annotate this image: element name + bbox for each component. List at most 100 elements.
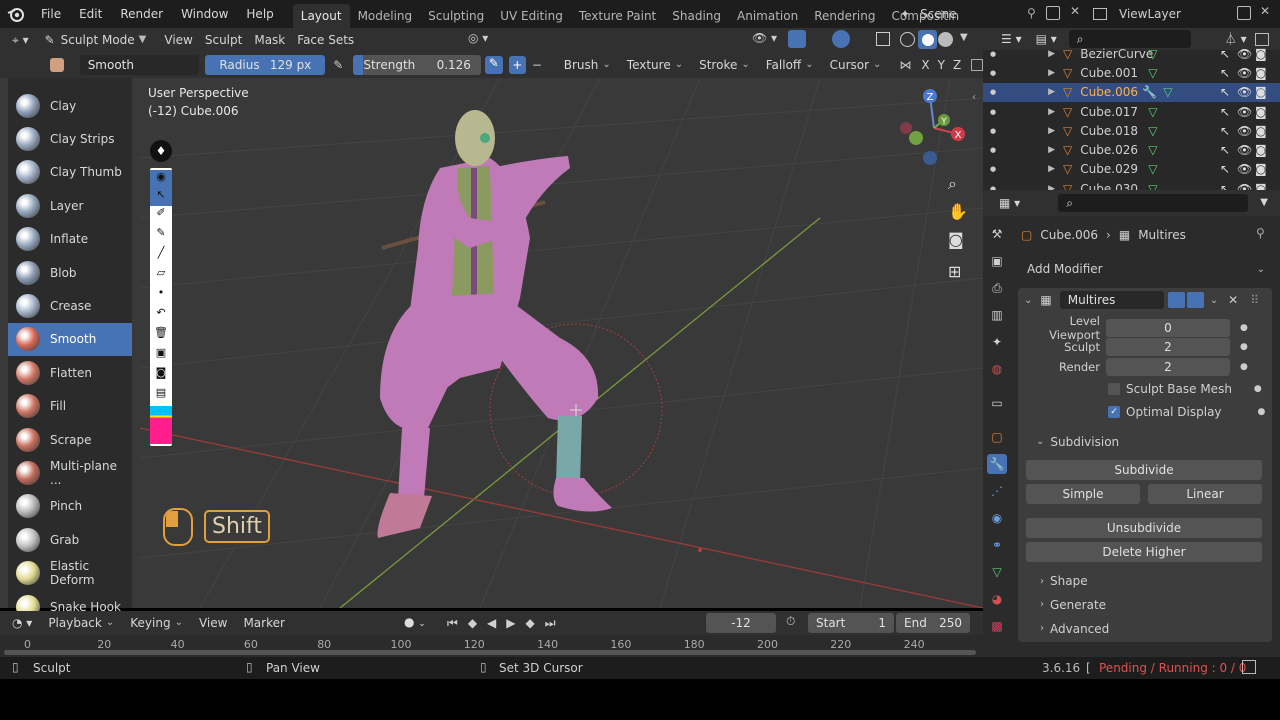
workspace-tab-sculpting[interactable]: Sculpting (420, 4, 492, 28)
hide-toggle-icon[interactable]: 👁 (1237, 162, 1252, 176)
render-toggle-icon[interactable] (1186, 292, 1204, 308)
current-frame-field[interactable]: -12 (706, 613, 776, 633)
mask-toggle-icon[interactable]: ♦ (150, 140, 172, 162)
shading-material-icon[interactable] (938, 32, 953, 47)
expand-arrow-icon[interactable]: ▶ (1048, 49, 1055, 59)
modifier-options-icon[interactable]: ⌄ (1210, 295, 1218, 306)
object-tab-icon[interactable]: ▢ (987, 427, 1007, 447)
zoom-icon[interactable]: ⌕ (948, 174, 957, 194)
hide-toggle-icon[interactable]: 👁 (1237, 182, 1252, 190)
unsubdivide-button[interactable]: Unsubdivide (1026, 517, 1262, 538)
direction-add-button[interactable]: + (508, 56, 527, 74)
brush-clay-thumb[interactable]: Clay Thumb (8, 156, 132, 189)
advanced-section[interactable]: › Advanced (1018, 619, 1272, 639)
timeline-menu-keying[interactable]: Keying ⌄ (124, 613, 189, 633)
mesh-data-icon[interactable]: ▽ (1148, 47, 1157, 61)
outliner-item-cube-029[interactable]: ● ▶ ▽ Cube.029 ▽ ↖ 👁 ◙ (983, 160, 1280, 179)
prev-keyframe-icon[interactable]: ◆ (465, 616, 480, 630)
menu-file[interactable]: File (32, 0, 70, 28)
remove-modifier-icon[interactable]: ✕ (1228, 293, 1238, 307)
texture-tab-icon[interactable]: ▩ (987, 616, 1007, 636)
brush-selector[interactable]: Smooth (79, 55, 200, 75)
menu-edit[interactable]: Edit (70, 0, 111, 28)
strength-pressure-icon[interactable]: ✎ (484, 56, 503, 74)
xray-toggle-icon[interactable] (876, 32, 890, 46)
hide-toggle-icon[interactable]: 👁 (1237, 105, 1252, 119)
outliner-item-cube-030[interactable]: ● ▶ ▽ Cube.030 ▽ ↖ 👁 ◙ (983, 179, 1280, 190)
timeline-ruler[interactable]: 0 20 40 60 80 100 120 140 160 180 200 220 240 (0, 635, 983, 657)
mesh-data-icon[interactable]: ▽ (1148, 143, 1157, 157)
info-log-icon[interactable] (1242, 660, 1256, 674)
brush-elastic-deform[interactable]: Elastic Deform (8, 556, 132, 589)
navigation-gizmo[interactable]: Z X Y (890, 84, 970, 174)
view-layer-selector[interactable]: ViewLayer (1093, 0, 1181, 28)
brush-clay-strips[interactable]: Clay Strips (8, 122, 132, 155)
timeline-menu-view[interactable]: View (193, 613, 233, 633)
expand-arrow-icon[interactable]: ▶ (1048, 145, 1055, 155)
symmetry-axis-x[interactable]: X (917, 55, 933, 75)
tool-menu-falloff[interactable]: Falloff ⌄ (760, 55, 820, 75)
color-swatch[interactable] (150, 406, 172, 444)
clipboard-tool-icon[interactable]: ▤ (150, 386, 172, 406)
drag-handle-icon[interactable]: ⠿ (1250, 293, 1259, 307)
select-toggle-icon[interactable]: ↖ (1220, 124, 1230, 138)
start-frame-field[interactable]: Start 1 (808, 613, 894, 633)
jump-end-icon[interactable]: ⏭ (542, 616, 559, 631)
subdivide-button[interactable]: Subdivide (1026, 459, 1262, 480)
render-toggle-icon[interactable]: ◙ (1255, 66, 1267, 80)
keyframe-dot-icon[interactable]: ● (1240, 323, 1248, 333)
expand-arrow-icon[interactable]: ▶ (1048, 107, 1055, 117)
mesh-data-icon[interactable]: ▽ (1148, 66, 1157, 80)
render-toggle-icon[interactable]: ◙ (1255, 105, 1267, 119)
mesh-data-icon[interactable]: ▽ (1148, 162, 1157, 176)
level-viewport-field[interactable]: 0 (1106, 318, 1230, 337)
subdivision-section[interactable]: ⌄ Subdivision (1018, 432, 1272, 452)
properties-options-icon[interactable]: ▼ (1254, 193, 1274, 213)
select-toggle-icon[interactable]: ↖ (1220, 85, 1230, 99)
select-toggle-icon[interactable]: ↖ (1220, 66, 1230, 80)
select-tool-icon[interactable]: ↖ (150, 188, 172, 206)
brush-crease[interactable]: Crease (8, 289, 132, 322)
workspace-tab-rendering[interactable]: Rendering (806, 4, 883, 28)
tool-menu-stroke[interactable]: Stroke ⌄ (693, 55, 756, 75)
mesh-data-icon[interactable]: ▽ (1148, 182, 1157, 190)
editor-type-icon[interactable]: ⌖ ▾ (6, 30, 35, 50)
tool-menu-texture[interactable]: Texture ⌄ (621, 55, 689, 75)
linear-button[interactable]: Linear (1148, 483, 1262, 504)
view-layer-tab-icon[interactable]: ▥ (987, 305, 1007, 325)
brush-layer[interactable]: Layer (8, 189, 132, 222)
modifier-tab-icon[interactable]: 🔧 (987, 454, 1007, 474)
menu-help[interactable]: Help (237, 0, 282, 28)
mesh-data-icon[interactable]: ▽ (1148, 124, 1157, 138)
next-keyframe-icon[interactable]: ◆ (523, 616, 538, 630)
view-tool-icon[interactable]: ◉ (150, 170, 172, 188)
eraser-tool-icon[interactable]: ▱ (150, 266, 172, 286)
brush-scrape[interactable]: Scrape (8, 423, 132, 456)
brush-clay[interactable]: Clay (8, 89, 132, 122)
hide-toggle-icon[interactable]: 👁 (1237, 66, 1252, 80)
tool-menu-cursor[interactable]: Cursor ⌄ (824, 55, 888, 75)
header-menu-sculpt[interactable]: Sculpt (199, 30, 248, 50)
constraints-tab-icon[interactable]: ⚭ (987, 535, 1007, 555)
workspace-tab-shading[interactable]: Shading (664, 4, 729, 28)
keyframe-dot-icon[interactable]: ● (1240, 342, 1248, 352)
line-tool-icon[interactable]: ╱ (150, 246, 172, 266)
undo-tool-icon[interactable]: ↶ (150, 306, 172, 326)
camera-tool-icon[interactable]: ◙ (150, 366, 172, 386)
brush-pinch[interactable]: Pinch (8, 490, 132, 523)
new-view-layer-icon[interactable] (1237, 6, 1251, 20)
pencil-tool-icon[interactable]: ✐ (150, 206, 172, 226)
modifier-wrench-icon[interactable]: 🔧 (1142, 85, 1157, 99)
radius-field[interactable]: Radius 129 px (205, 55, 326, 75)
tool-menu-brush[interactable]: Brush ⌄ (558, 55, 617, 75)
symmetry-icon[interactable]: ⋈ (899, 58, 911, 72)
viewport-gizmo-toggle-icon[interactable]: ◎ ▾ (468, 31, 488, 45)
outliner-item-cube-018[interactable]: ● ▶ ▽ Cube.018 ▽ ↖ 👁 ◙ (983, 121, 1280, 140)
marker-tool-icon[interactable]: ✎ (150, 226, 172, 246)
mode-selector[interactable]: ✎ Sculpt Mode ▼ (39, 30, 153, 50)
render-toggle-icon[interactable]: ◙ (1255, 182, 1267, 190)
select-toggle-icon[interactable]: ↖ (1220, 105, 1230, 119)
select-toggle-icon[interactable]: ↖ (1220, 162, 1230, 176)
shading-solid-icon[interactable] (918, 30, 937, 49)
brush-inflate[interactable]: Inflate (8, 223, 132, 256)
